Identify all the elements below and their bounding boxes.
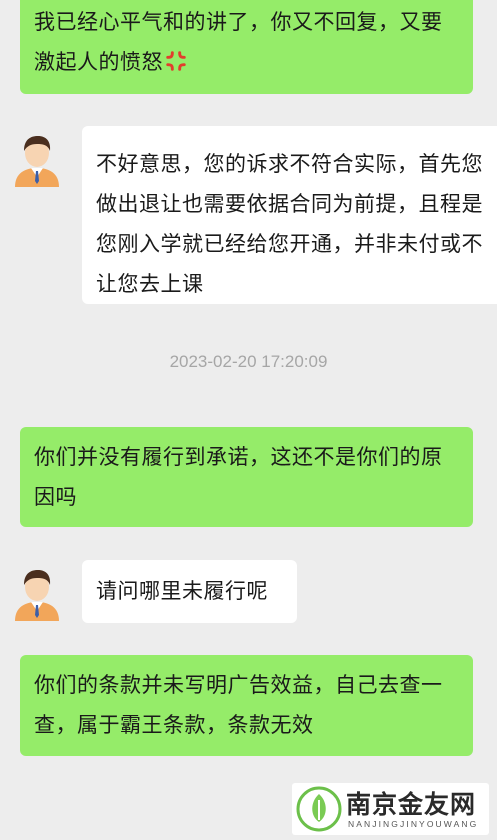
sent-message-bubble[interactable]: 你们并没有履行到承诺，这还不是你们的原因吗 [20, 427, 473, 527]
received-message-bubble[interactable]: 不好意思，您的诉求不符合实际，首先您做出退让也需要依据合同为前提，且程是您刚入学… [82, 126, 497, 304]
message-text: 你们并没有履行到承诺，这还不是你们的原因吗 [34, 445, 443, 509]
sent-message-bubble[interactable]: 你们的条款并未写明广告效益，自己去查一查，属于霸王条款，条款无效 [20, 655, 473, 756]
anger-symbol-icon [166, 51, 186, 71]
watermark-title: 南京金友网 [346, 790, 477, 819]
message-text: 你们的条款并未写明广告效益，自己去查一查，属于霸王条款，条款无效 [34, 673, 443, 737]
watermark-subtitle: NANJINGJINYOUWANG [348, 819, 479, 829]
agent-avatar[interactable] [11, 567, 63, 621]
message-text: 不好意思，您的诉求不符合实际，首先您做出退让也需要依据合同为前提，且程是您刚入学… [96, 152, 483, 296]
received-message-bubble[interactable]: 请问哪里未履行呢 [82, 560, 297, 623]
message-text: 我已经心平气和的讲了，你又不回复，又要激起人的愤怒 [34, 10, 443, 74]
watermark: 南京金友网 NANJINGJINYOUWANG [292, 783, 489, 835]
timestamp: 2023-02-20 17:20:09 [169, 352, 328, 371]
sent-message-bubble[interactable]: 我已经心平气和的讲了，你又不回复，又要激起人的愤怒 [20, 0, 473, 94]
message-text: 请问哪里未履行呢 [96, 579, 268, 603]
agent-avatar[interactable] [11, 133, 63, 187]
leaf-logo-icon [296, 786, 342, 832]
